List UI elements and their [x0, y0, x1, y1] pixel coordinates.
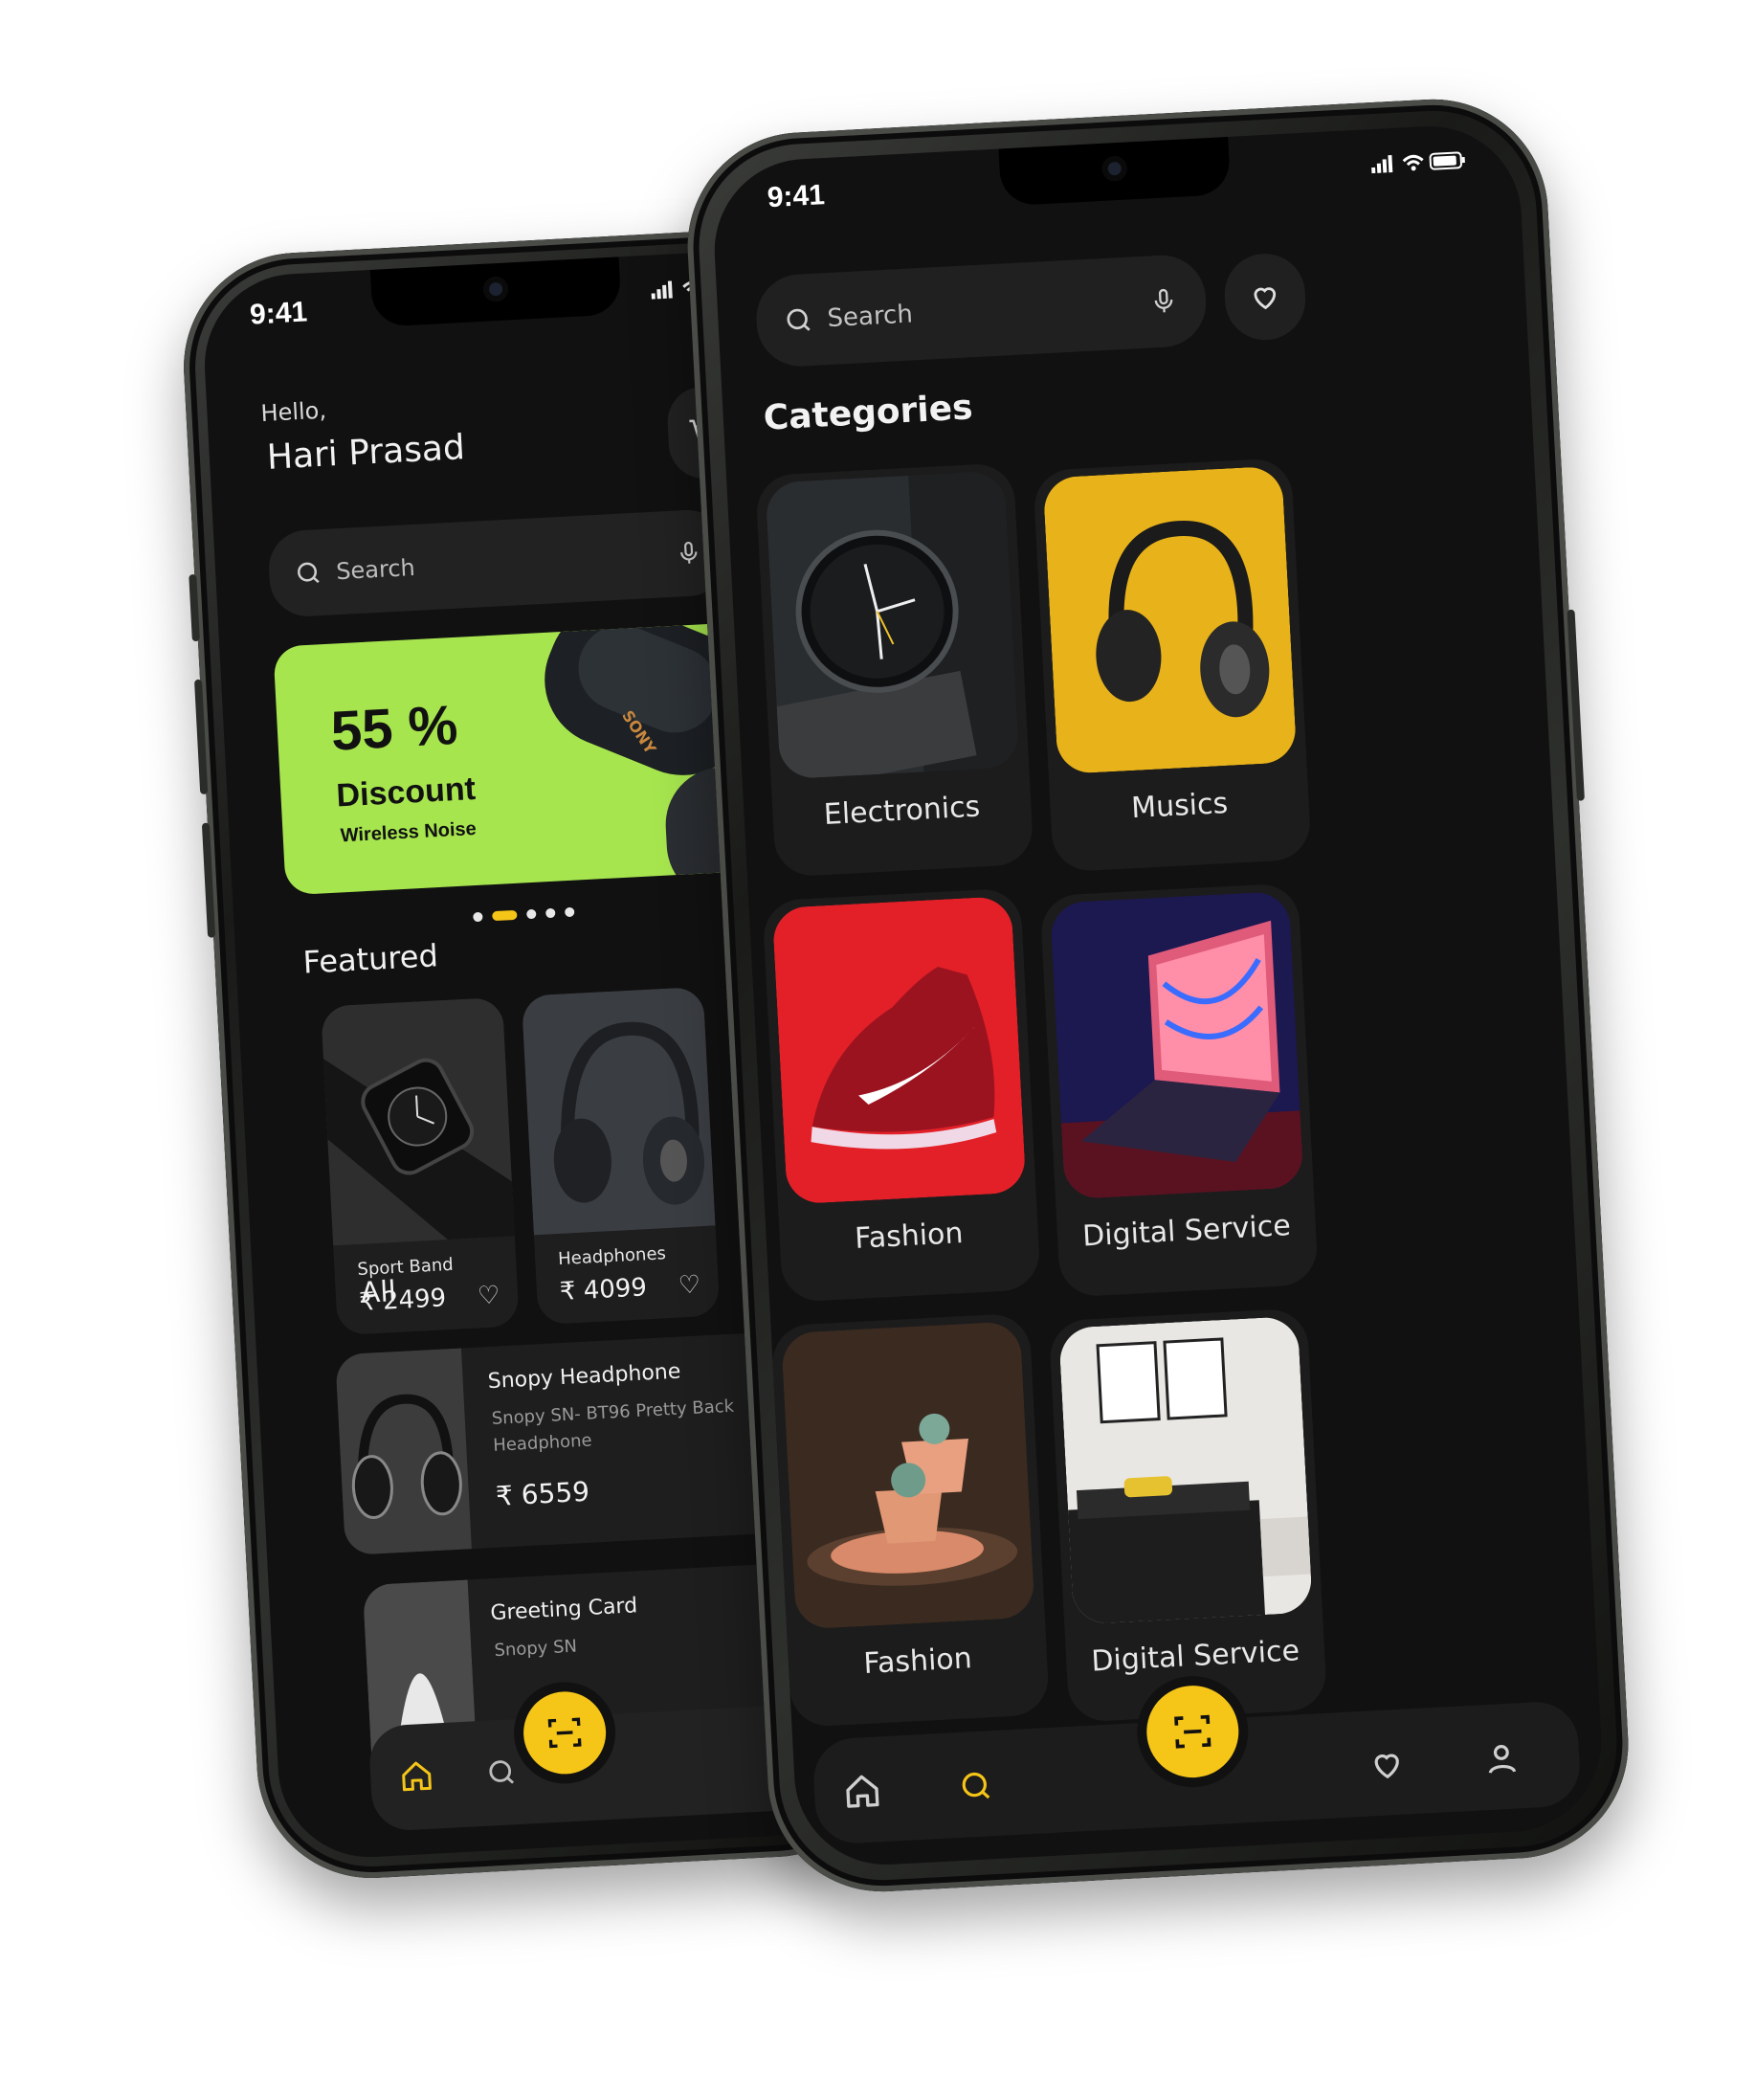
heart-icon — [1254, 287, 1277, 310]
sport-band-image — [321, 996, 520, 1246]
product-description: Snopy SN — [493, 1636, 578, 1662]
search-bar[interactable]: Search — [267, 507, 729, 618]
carousel-indicator[interactable] — [473, 906, 575, 923]
carousel-dot[interactable] — [545, 907, 556, 919]
status-time: 9:41 — [249, 296, 308, 331]
front-camera — [1101, 155, 1128, 182]
categories-heading: Categories — [762, 388, 974, 438]
sneaker-photo — [771, 895, 1027, 1205]
notch — [369, 257, 622, 327]
headphones-photo — [1042, 465, 1298, 775]
featured-heading: Featured — [301, 937, 439, 981]
heart-icon[interactable]: ♡ — [477, 1281, 500, 1310]
carousel-dot[interactable] — [473, 911, 483, 923]
category-label: Digital Service — [1090, 1634, 1300, 1679]
user-name: Hari Prasad — [265, 428, 466, 478]
search-bar[interactable]: Search — [754, 253, 1209, 369]
product-title: Snopy Headphone — [487, 1359, 681, 1395]
laptop-photo — [1049, 890, 1304, 1200]
wishlist-button[interactable] — [1222, 252, 1308, 343]
status-time: 9:41 — [766, 179, 826, 214]
carousel-dot[interactable] — [526, 908, 537, 920]
featured-card-sport-band[interactable]: Sport Band ₹ 2499 ♡ — [321, 996, 520, 1336]
featured-name: Headphones — [557, 1243, 667, 1270]
digital-service-image — [1049, 890, 1304, 1200]
category-card-electronics[interactable]: Electronics — [755, 462, 1034, 878]
category-label: Digital Service — [1081, 1209, 1292, 1254]
heart-icon[interactable]: ♡ — [678, 1270, 701, 1300]
headphone-thumbnail — [335, 1348, 472, 1556]
microphone-icon[interactable] — [1149, 284, 1178, 318]
microphone-icon[interactable] — [676, 538, 702, 568]
electronics-image — [765, 470, 1020, 780]
product-price: ₹ 6559 — [495, 1475, 590, 1512]
category-label: Musics — [1130, 786, 1230, 826]
smartwatch-image — [321, 996, 520, 1246]
phone-categories: 9:41 Search Categories Electronics Music… — [681, 93, 1634, 1898]
categories-screen: 9:41 Search Categories Electronics Music… — [709, 122, 1607, 1869]
carousel-dot[interactable] — [564, 906, 575, 918]
status-icons — [1370, 149, 1467, 181]
category-label: Electronics — [822, 790, 982, 832]
category-card-digital-service-2[interactable]: Digital Service — [1048, 1307, 1328, 1723]
scan-icon — [547, 1717, 582, 1749]
search-icon — [298, 562, 320, 584]
product-title: Greeting Card — [489, 1594, 638, 1626]
mute-switch — [189, 573, 200, 642]
front-camera — [482, 276, 509, 302]
fashion-image — [771, 895, 1027, 1205]
all-heading: All — [359, 1275, 397, 1310]
signal-wifi-battery-icon — [1371, 151, 1465, 174]
carousel-dot-active[interactable] — [492, 909, 518, 922]
search-icon[interactable] — [484, 1755, 519, 1790]
category-card-fashion[interactable]: Fashion — [762, 887, 1041, 1303]
featured-card-headphones[interactable]: Headphones ₹ 4099 ♡ — [521, 986, 721, 1326]
search-placeholder: Search — [826, 300, 914, 334]
musics-image — [1042, 465, 1298, 775]
headphones-image — [521, 986, 716, 1236]
banner-discount: Discount — [335, 770, 477, 815]
headphones-photo — [521, 986, 716, 1236]
notch — [998, 136, 1232, 207]
search-icon[interactable] — [957, 1767, 995, 1805]
category-label: Fashion — [854, 1217, 965, 1256]
digital-service-image — [1058, 1315, 1313, 1625]
product-description: Snopy SN- BT96 Pretty Back Headphone — [491, 1396, 735, 1456]
banner-product: Wireless Noise — [340, 817, 478, 847]
category-label: Fashion — [862, 1642, 973, 1682]
home-icon[interactable] — [398, 1758, 434, 1795]
plants-photo — [780, 1321, 1035, 1630]
category-card-musics[interactable]: Musics — [1033, 457, 1312, 873]
home-icon[interactable] — [842, 1771, 882, 1811]
power-button — [1567, 609, 1585, 801]
heart-icon[interactable] — [1367, 1746, 1406, 1784]
banner-percent: 55 % — [329, 693, 459, 763]
category-card-fashion-2[interactable]: Fashion — [770, 1312, 1051, 1729]
search-placeholder: Search — [335, 553, 416, 586]
search-icon — [787, 308, 811, 331]
fashion-image — [780, 1321, 1035, 1630]
greeting: Hello, — [259, 396, 327, 428]
volume-up-button — [194, 679, 209, 794]
category-card-digital-service[interactable]: Digital Service — [1039, 882, 1320, 1298]
watch-photo — [765, 470, 1020, 780]
volume-down-button — [201, 822, 216, 938]
scan-icon — [1174, 1714, 1211, 1749]
profile-icon[interactable] — [1482, 1739, 1521, 1777]
product-thumbnail — [335, 1348, 472, 1556]
featured-price: ₹ 4099 — [559, 1273, 648, 1307]
bedroom-photo — [1058, 1315, 1313, 1625]
